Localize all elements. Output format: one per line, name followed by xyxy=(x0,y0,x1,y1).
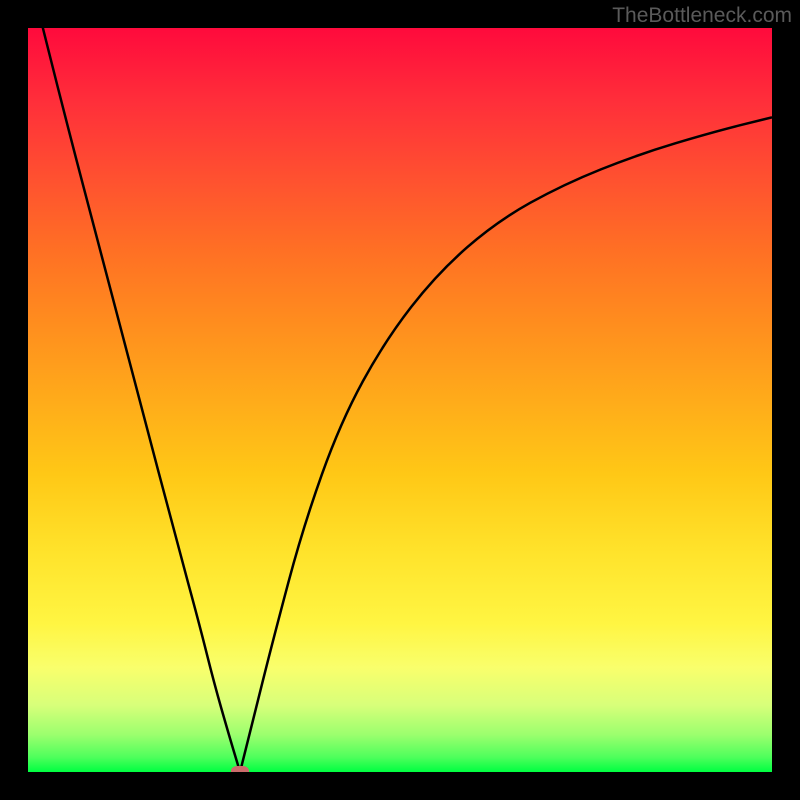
watermark-text: TheBottleneck.com xyxy=(612,4,792,28)
minimum-marker xyxy=(231,766,249,772)
curve-svg xyxy=(28,28,772,772)
chart-container: TheBottleneck.com xyxy=(0,0,800,800)
bottleneck-curve xyxy=(28,28,772,772)
plot-area xyxy=(28,28,772,772)
